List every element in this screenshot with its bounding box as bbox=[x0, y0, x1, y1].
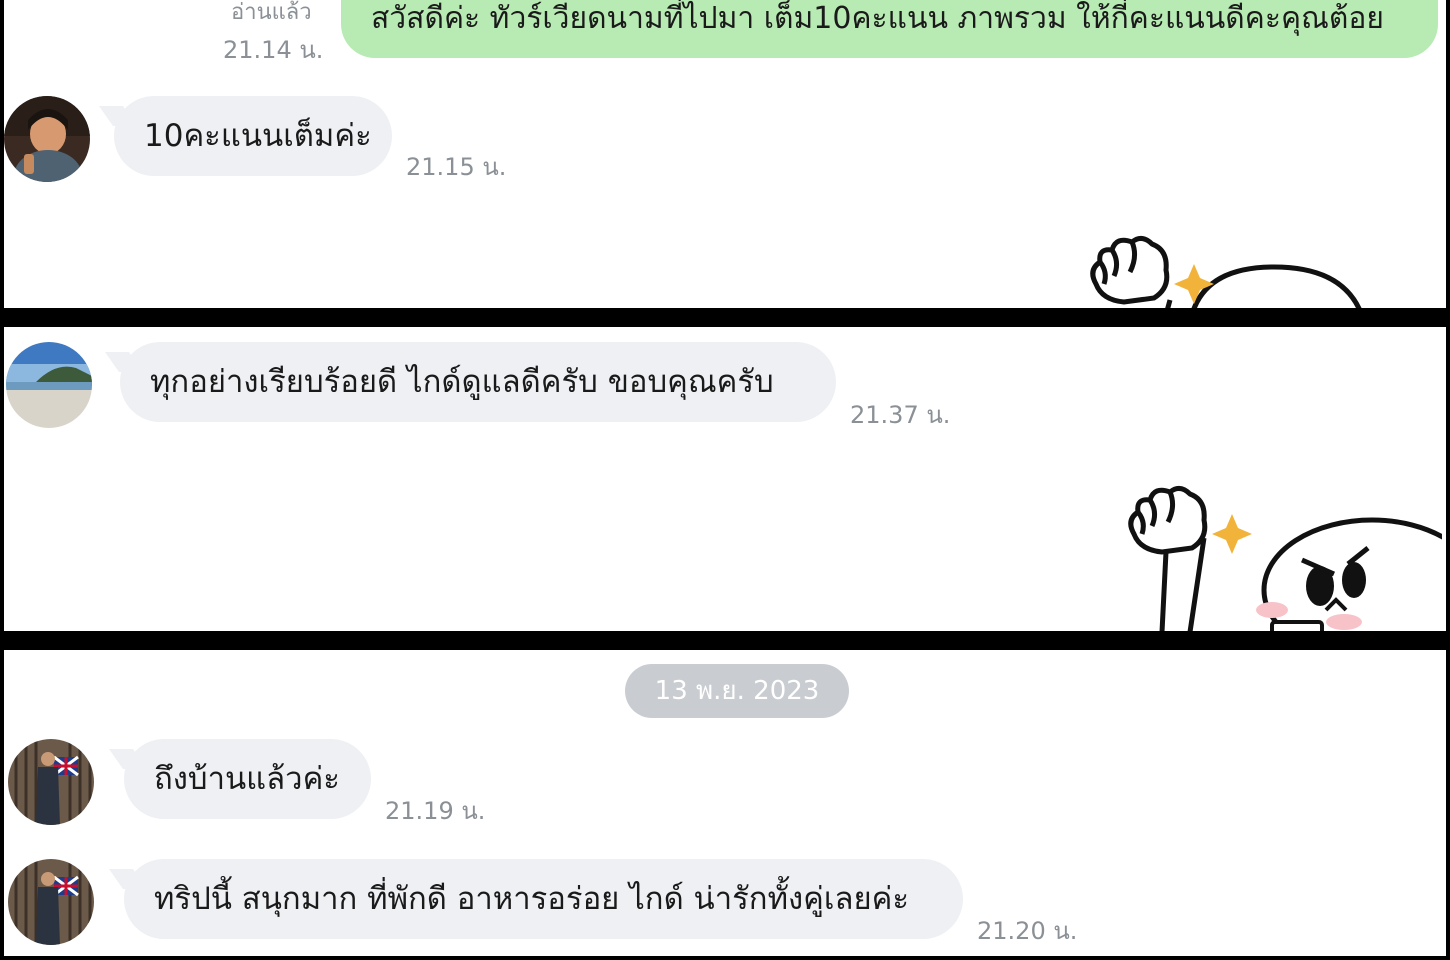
sticker-fist-icon[interactable] bbox=[1084, 232, 1384, 308]
sent-message-text: สวัสดีค่ะ ทัวร์เวียดนามที่ไปมา เต็ม10คะแ… bbox=[371, 1, 1384, 36]
avatar-person-uk-flag-icon bbox=[8, 739, 94, 825]
chat-panel-2: ทุกอย่างเรียบร้อยดี ไกด์ดูแลดีครับ ขอบคุ… bbox=[4, 327, 1446, 631]
avatar-beach-photo-icon bbox=[6, 342, 92, 428]
received-message-text: 10คะแนนเต็มค่ะ bbox=[144, 118, 372, 154]
received-message-bubble[interactable]: ทุกอย่างเรียบร้อยดี ไกด์ดูแลดีครับ ขอบคุ… bbox=[120, 342, 836, 422]
avatar[interactable] bbox=[8, 739, 94, 825]
sticker-fist-icon[interactable] bbox=[1122, 482, 1442, 631]
avatar[interactable] bbox=[8, 859, 94, 945]
read-receipt: อ่านแล้ว bbox=[231, 0, 312, 25]
received-message-text: ถึงบ้านแล้วค่ะ bbox=[154, 761, 340, 797]
received-message-time: 21.20 น. bbox=[977, 917, 1078, 945]
sent-message-time: 21.14 น. bbox=[223, 36, 324, 64]
received-message-text: ทริปนี้ สนุกมาก ที่พักดี อาหารอร่อย ไกด์… bbox=[154, 881, 910, 917]
avatar[interactable] bbox=[6, 342, 92, 428]
received-message-bubble[interactable]: 10คะแนนเต็มค่ะ bbox=[114, 96, 392, 176]
received-message-time: 21.19 น. bbox=[385, 797, 486, 825]
avatar-person-uk-flag-icon bbox=[8, 859, 94, 945]
received-message-bubble[interactable]: ทริปนี้ สนุกมาก ที่พักดี อาหารอร่อย ไกด์… bbox=[124, 859, 963, 939]
received-message-text: ทุกอย่างเรียบร้อยดี ไกด์ดูแลดีครับ ขอบคุ… bbox=[150, 364, 774, 400]
avatar-woman-photo-icon bbox=[4, 96, 90, 182]
chat-panel-1: อ่านแล้ว 21.14 น. สวัสดีค่ะ ทัวร์เวียดนา… bbox=[4, 0, 1446, 308]
sent-message-bubble[interactable]: สวัสดีค่ะ ทัวร์เวียดนามที่ไปมา เต็ม10คะแ… bbox=[341, 0, 1438, 58]
date-separator: 13 พ.ย. 2023 bbox=[625, 664, 849, 718]
received-message-time: 21.37 น. bbox=[850, 401, 951, 429]
avatar[interactable] bbox=[4, 96, 90, 182]
received-message-time: 21.15 น. bbox=[406, 153, 507, 181]
received-message-bubble[interactable]: ถึงบ้านแล้วค่ะ bbox=[124, 739, 371, 819]
chat-panel-3: 13 พ.ย. 2023 ถึงบ้านแล้วค่ะ 21.19 น. ทริ… bbox=[4, 650, 1446, 956]
